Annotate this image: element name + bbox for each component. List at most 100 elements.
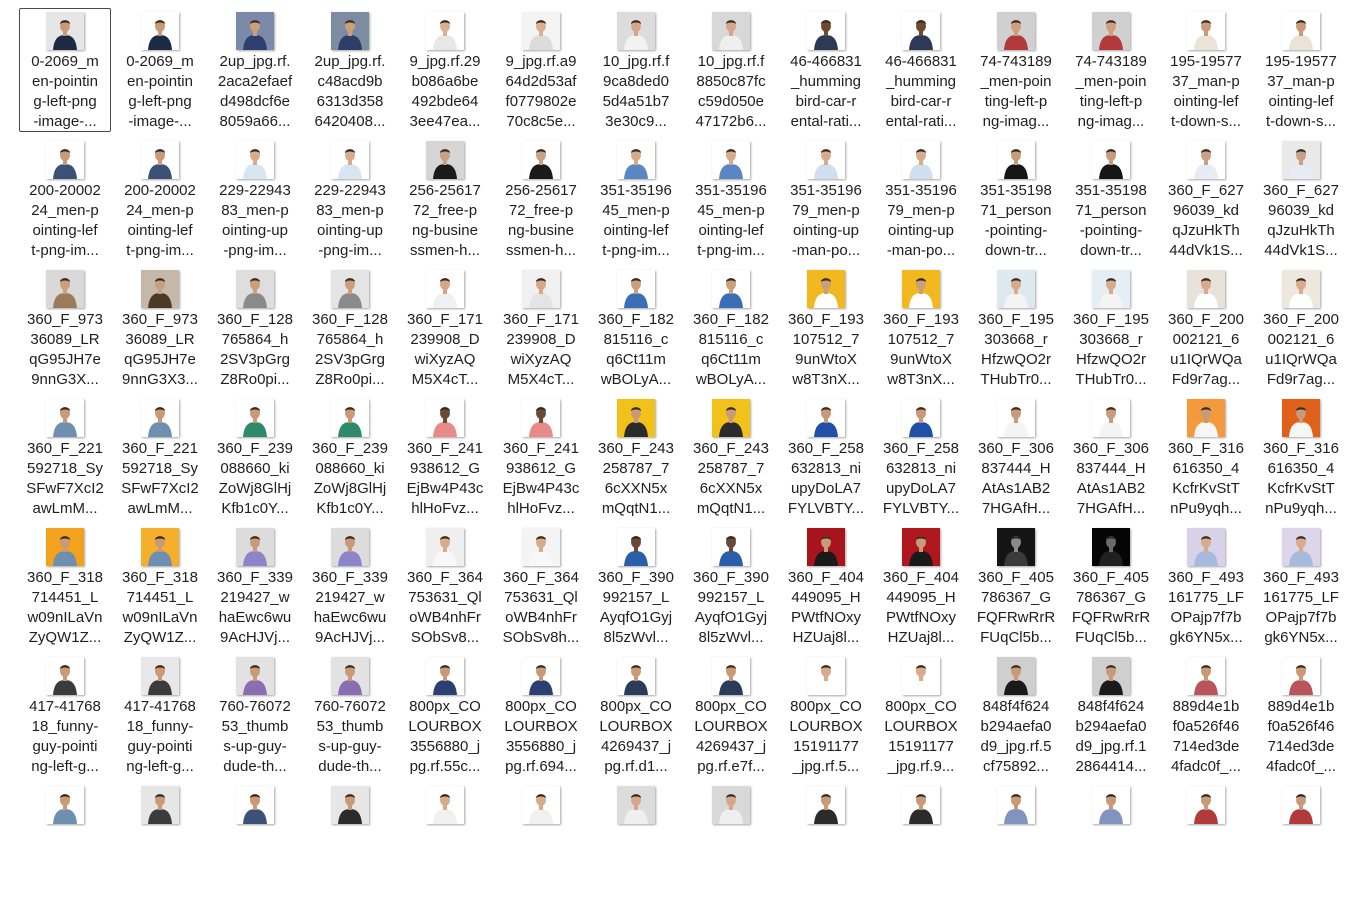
file-item[interactable]: 800px_CO LOURBOX 4269437_j pg.rf.d1... xyxy=(590,653,682,777)
file-item[interactable]: 360_F_221 592718_Sy SFwF7XcI2 awLmM... xyxy=(114,395,206,519)
file-item[interactable] xyxy=(1065,782,1157,906)
file-item[interactable]: 848f4f624 b294aefa0 d9_jpg.rf.5 cf75892... xyxy=(970,653,1062,777)
file-item[interactable]: 360_F_258 632813_ni upyDoLA7 FYLVBTY... xyxy=(875,395,967,519)
file-item[interactable]: 360_F_339 219427_w haEwc6wu 9AcHJVj... xyxy=(209,524,301,648)
file-item[interactable]: 360_F_128 765864_h 2SV3pGrg Z8Ro0pi... xyxy=(209,266,301,390)
file-item[interactable] xyxy=(1160,782,1252,906)
file-item[interactable]: 360_F_171 239908_D wiXyzAQ M5X4cT... xyxy=(399,266,491,390)
file-item[interactable]: 360_F_241 938612_G EjBw4P43c hlHoFvz... xyxy=(399,395,491,519)
file-item[interactable]: 360_F_405 786367_G FQFRwRrR FUqCl5b... xyxy=(970,524,1062,648)
file-item[interactable]: 360_F_627 96039_kd qJzuHkTh 44dVk1S... xyxy=(1160,137,1252,261)
file-item[interactable]: 360_F_364 753631_Ql oWB4nhFr SObSv8h... xyxy=(495,524,587,648)
file-item[interactable]: 360_F_339 219427_w haEwc6wu 9AcHJVj... xyxy=(304,524,396,648)
file-item[interactable]: 800px_CO LOURBOX 3556880_j pg.rf.694... xyxy=(495,653,587,777)
file-item[interactable]: 360_F_200 002121_6 u1IQrWQa Fd9r7ag... xyxy=(1255,266,1347,390)
file-item[interactable]: 360_F_239 088660_ki ZoWj8GlHj Kfb1c0Y... xyxy=(304,395,396,519)
file-item[interactable]: 360_F_195 303668_r HfzwQO2r THubTr0... xyxy=(970,266,1062,390)
file-item[interactable] xyxy=(780,782,872,906)
file-item[interactable]: 360_F_306 837444_H AtAs1AB2 7HGAfH... xyxy=(1065,395,1157,519)
file-item[interactable]: 360_F_200 002121_6 u1IQrWQa Fd9r7ag... xyxy=(1160,266,1252,390)
file-item[interactable]: 351-35198 71_person -pointing-down-tr... xyxy=(970,137,1062,261)
file-item[interactable]: 9_jpg.rf.29 b086a6be 492bde64 3ee47ea... xyxy=(399,8,491,132)
file-item[interactable] xyxy=(495,782,587,906)
file-item[interactable]: 2up_jpg.rf. 2aca2efaef d498dcf6e 8059a66... xyxy=(209,8,301,132)
file-item[interactable]: 360_F_193 107512_7 9unWtoX w8T3nX... xyxy=(780,266,872,390)
file-item[interactable]: 360_F_243 258787_7 6cXXN5x mQqtN1... xyxy=(685,395,777,519)
file-item[interactable]: 360_F_318 714451_L w09nILaVn ZyQW1Z... xyxy=(114,524,206,648)
file-item[interactable] xyxy=(685,782,777,906)
file-item[interactable]: 360_F_364 753631_Ql oWB4nhFr SObSv8... xyxy=(399,524,491,648)
file-item[interactable]: 9_jpg.rf.a9 64d2d53af f0779802e 70c8c5e... xyxy=(495,8,587,132)
file-item[interactable] xyxy=(1255,782,1347,906)
file-item[interactable]: 0-2069_m en-pointin g-left-png -image-... xyxy=(19,8,111,132)
file-item[interactable] xyxy=(19,782,111,906)
file-item[interactable]: 360_F_258 632813_ni upyDoLA7 FYLVBTY... xyxy=(780,395,872,519)
file-item[interactable]: 800px_CO LOURBOX 4269437_j pg.rf.e7f... xyxy=(685,653,777,777)
file-item[interactable]: 10_jpg.rf.f 8850c87fc c59d050e 47172b6... xyxy=(685,8,777,132)
file-item[interactable] xyxy=(209,782,301,906)
file-item[interactable]: 200-20002 24_men-p ointing-lef t-png-im... xyxy=(19,137,111,261)
file-item[interactable]: 800px_CO LOURBOX 15191177 _jpg.rf.5... xyxy=(780,653,872,777)
file-item[interactable]: 417-41768 18_funny-guy-pointi ng-left-g... xyxy=(114,653,206,777)
file-item[interactable]: 360_F_973 36089_LR qG95JH7e 9nnG3X3... xyxy=(114,266,206,390)
file-item[interactable]: 800px_CO LOURBOX 3556880_j pg.rf.55c... xyxy=(399,653,491,777)
file-item[interactable]: 2up_jpg.rf. c48acd9b 6313d358 6420408... xyxy=(304,8,396,132)
file-item[interactable]: 46-466831 _humming bird-car-r ental-rati... xyxy=(875,8,967,132)
file-item[interactable]: 195-19577 37_man-p ointing-lef t-down-s... xyxy=(1255,8,1347,132)
file-item[interactable] xyxy=(114,782,206,906)
file-item[interactable]: 360_F_239 088660_ki ZoWj8GlHj Kfb1c0Y... xyxy=(209,395,301,519)
file-item[interactable]: 360_F_221 592718_Sy SFwF7XcI2 awLmM... xyxy=(19,395,111,519)
file-item[interactable]: 351-35198 71_person -pointing-down-tr... xyxy=(1065,137,1157,261)
file-item[interactable]: 360_F_241 938612_G EjBw4P43c hlHoFvz... xyxy=(495,395,587,519)
file-item[interactable] xyxy=(399,782,491,906)
file-thumbnail xyxy=(1187,657,1225,695)
file-item[interactable]: 360_F_390 992157_L AyqfO1Gyj 8l5zWvl... xyxy=(590,524,682,648)
file-item[interactable]: 760-76072 53_thumb s-up-guy-dude-th... xyxy=(209,653,301,777)
file-item[interactable]: 351-35196 79_men-p ointing-up -man-po... xyxy=(875,137,967,261)
file-item[interactable]: 200-20002 24_men-p ointing-lef t-png-im... xyxy=(114,137,206,261)
file-item[interactable]: 229-22943 83_men-p ointing-up -png-im... xyxy=(304,137,396,261)
file-item[interactable]: 360_F_493 161775_LF OPajp7f7b gk6YN5x... xyxy=(1160,524,1252,648)
file-item[interactable]: 360_F_195 303668_r HfzwQO2r THubTr0... xyxy=(1065,266,1157,390)
file-item[interactable] xyxy=(970,782,1062,906)
file-item[interactable]: 74-743189 _men-poin ting-left-p ng-imag... xyxy=(1065,8,1157,132)
file-item[interactable]: 360_F_193 107512_7 9unWtoX w8T3nX... xyxy=(875,266,967,390)
file-item[interactable]: 360_F_404 449095_H PWtfNOxy HZUaj8l... xyxy=(780,524,872,648)
file-item[interactable] xyxy=(875,782,967,906)
file-item[interactable]: 0-2069_m en-pointin g-left-png -image-... xyxy=(114,8,206,132)
file-item[interactable]: 360_F_404 449095_H PWtfNOxy HZUaj8l... xyxy=(875,524,967,648)
file-item[interactable]: 360_F_493 161775_LF OPajp7f7b gk6YN5x... xyxy=(1255,524,1347,648)
file-item[interactable]: 256-25617 72_free-p ng-busine ssmen-h... xyxy=(399,137,491,261)
file-item[interactable]: 360_F_171 239908_D wiXyzAQ M5X4cT... xyxy=(495,266,587,390)
file-item[interactable]: 195-19577 37_man-p ointing-lef t-down-s... xyxy=(1160,8,1252,132)
file-item[interactable]: 360_F_182 815116_c q6Ct11m wBOLyA... xyxy=(685,266,777,390)
file-item[interactable]: 10_jpg.rf.f 9ca8ded0 5d4a51b7 3e30c9... xyxy=(590,8,682,132)
file-item[interactable]: 360_F_973 36089_LR qG95JH7e 9nnG3X... xyxy=(19,266,111,390)
file-item[interactable]: 360_F_627 96039_kd qJzuHkTh 44dVk1S... xyxy=(1255,137,1347,261)
file-item[interactable]: 256-25617 72_free-p ng-busine ssmen-h... xyxy=(495,137,587,261)
file-item[interactable]: 848f4f624 b294aefa0 d9_jpg.rf.1 2864414... xyxy=(1065,653,1157,777)
file-item[interactable]: 889d4e1b f0a526f46 714ed3de 4fadc0f_... xyxy=(1255,653,1347,777)
file-item[interactable]: 360_F_405 786367_G FQFRwRrR FUqCl5b... xyxy=(1065,524,1157,648)
file-item[interactable]: 360_F_318 714451_L w09nILaVn ZyQW1Z... xyxy=(19,524,111,648)
file-item[interactable]: 360_F_128 765864_h 2SV3pGrg Z8Ro0pi... xyxy=(304,266,396,390)
file-item[interactable]: 351-35196 45_men-p ointing-lef t-png-im... xyxy=(685,137,777,261)
file-item[interactable]: 417-41768 18_funny-guy-pointi ng-left-g... xyxy=(19,653,111,777)
file-item[interactable]: 46-466831 _humming bird-car-r ental-rati... xyxy=(780,8,872,132)
file-item[interactable]: 74-743189 _men-poin ting-left-p ng-imag... xyxy=(970,8,1062,132)
file-item[interactable]: 800px_CO LOURBOX 15191177 _jpg.rf.9... xyxy=(875,653,967,777)
file-item[interactable] xyxy=(304,782,396,906)
file-name-line: 71_person xyxy=(980,202,1052,219)
file-item[interactable] xyxy=(590,782,682,906)
file-item[interactable]: 229-22943 83_men-p ointing-up -png-im... xyxy=(209,137,301,261)
file-item[interactable]: 360_F_390 992157_L AyqfO1Gyj 8l5zWvl... xyxy=(685,524,777,648)
file-item[interactable]: 360_F_182 815116_c q6Ct11m wBOLyA... xyxy=(590,266,682,390)
file-item[interactable]: 351-35196 45_men-p ointing-lef t-png-im... xyxy=(590,137,682,261)
file-item[interactable]: 889d4e1b f0a526f46 714ed3de 4fadc0f_... xyxy=(1160,653,1252,777)
file-item[interactable]: 760-76072 53_thumb s-up-guy-dude-th... xyxy=(304,653,396,777)
file-item[interactable]: 360_F_243 258787_7 6cXXN5x mQqtN1... xyxy=(590,395,682,519)
file-item[interactable]: 351-35196 79_men-p ointing-up -man-po... xyxy=(780,137,872,261)
file-item[interactable]: 360_F_316 616350_4 KcfrKvStT nPu9yqh... xyxy=(1255,395,1347,519)
file-item[interactable]: 360_F_316 616350_4 KcfrKvStT nPu9yqh... xyxy=(1160,395,1252,519)
file-item[interactable]: 360_F_306 837444_H AtAs1AB2 7HGAfH... xyxy=(970,395,1062,519)
